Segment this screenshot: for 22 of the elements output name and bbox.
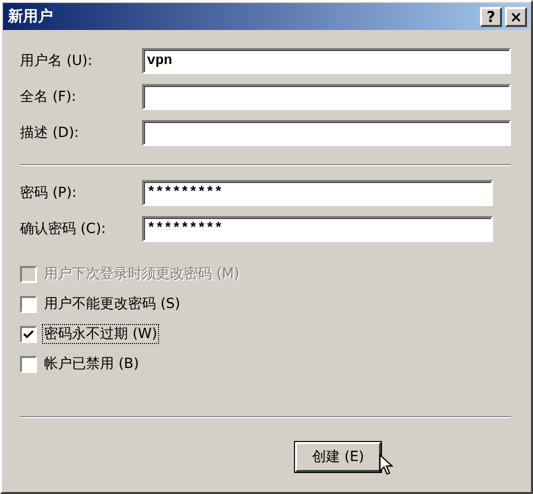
create-button[interactable]: 创建 (E) bbox=[295, 442, 381, 472]
field-label: 确认密码 (C): bbox=[20, 220, 107, 238]
mouse-pointer-icon bbox=[379, 454, 393, 476]
checkbox-label[interactable]: 用户不能更改密码 (S) bbox=[42, 294, 182, 314]
window-title: 新用户 bbox=[8, 7, 53, 26]
input-field[interactable]: ********* bbox=[142, 180, 493, 206]
field-label: 描述 (D): bbox=[20, 124, 80, 142]
checkmark-icon bbox=[22, 328, 35, 340]
input-field[interactable]: ********* bbox=[142, 216, 493, 242]
checkbox[interactable] bbox=[20, 326, 37, 342]
close-button[interactable]: × bbox=[505, 6, 527, 26]
checkbox-label[interactable]: 密码永不过期 (W) bbox=[42, 324, 160, 344]
help-button[interactable]: ? bbox=[480, 6, 502, 26]
checkbox[interactable] bbox=[20, 296, 37, 312]
checkbox[interactable] bbox=[20, 356, 37, 372]
input-field[interactable]: vpn bbox=[142, 48, 511, 74]
field-label: 用户名 (U): bbox=[20, 52, 94, 70]
input-field[interactable] bbox=[142, 84, 511, 110]
input-field[interactable] bbox=[142, 120, 511, 146]
checkbox-label[interactable]: 帐户已禁用 (B) bbox=[42, 354, 141, 374]
field-label: 全名 (F): bbox=[20, 88, 78, 106]
field-label: 密码 (P): bbox=[20, 184, 78, 202]
